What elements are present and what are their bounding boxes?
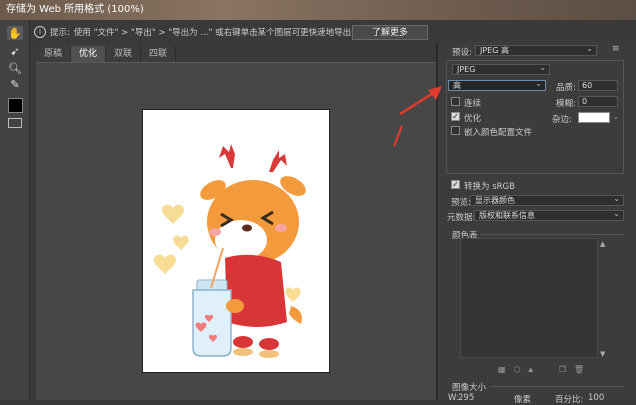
- matte-label: 杂边:: [552, 115, 572, 125]
- optimized-label: 优化: [464, 114, 482, 124]
- panel-menu-icon[interactable]: ≡: [612, 44, 620, 54]
- zoom-tool-icon[interactable]: 🔍︎: [7, 61, 23, 75]
- preview-dropdown[interactable]: 显示器颜色: [470, 194, 624, 206]
- format-dropdown[interactable]: JPEG: [452, 63, 550, 75]
- embed-profile-checkbox[interactable]: [451, 126, 460, 135]
- tab-original[interactable]: 原稿: [36, 46, 71, 62]
- percent-label: 百分比:: [555, 395, 584, 405]
- web-shift-icon[interactable]: ⬡: [514, 365, 521, 375]
- color-table-rule: [480, 234, 624, 235]
- blur-input[interactable]: 0: [578, 96, 618, 107]
- toggle-slices-icon[interactable]: [8, 118, 22, 128]
- window-title: 存储为 Web 所用格式 (100%): [6, 4, 144, 15]
- percent-value[interactable]: 100: [588, 393, 604, 403]
- map-color-icon[interactable]: ▦: [498, 365, 506, 375]
- window-titlebar: 存储为 Web 所用格式 (100%): [0, 0, 636, 20]
- quality-input[interactable]: 60: [578, 80, 618, 91]
- width-unit: 像素: [514, 395, 532, 405]
- delete-color-icon[interactable]: 🗑︎: [574, 365, 584, 375]
- lock-color-icon[interactable]: 🔒︎: [529, 365, 533, 375]
- hint-text: 使用 "文件" > "导出" > "导出为 ..." 或右键单击某个图层可更快速…: [73, 28, 369, 38]
- preview-label: 预览:: [451, 198, 471, 208]
- tab-4up[interactable]: 四联: [141, 46, 176, 62]
- hand-tool-icon[interactable]: ✋: [7, 26, 23, 40]
- deer-mascot-illustration: [154, 144, 306, 358]
- preview-canvas[interactable]: [36, 62, 436, 400]
- tab-2up[interactable]: 双联: [106, 46, 141, 62]
- metadata-label: 元数据:: [447, 213, 476, 223]
- color-table-toolbar: ▦ ⬡ 🔒︎ ❐ 🗑︎: [498, 365, 584, 375]
- hint-prefix: 提示:: [50, 28, 70, 38]
- metadata-dropdown[interactable]: 版权和联系信息: [474, 209, 624, 221]
- tab-optimized[interactable]: 优化: [71, 46, 106, 62]
- embed-profile-label: 嵌入颜色配置文件: [464, 128, 533, 138]
- image-preview[interactable]: [142, 109, 330, 373]
- quality-label: 品质:: [556, 83, 576, 93]
- convert-srgb-checkbox[interactable]: ✓: [451, 180, 460, 189]
- blur-label: 模糊:: [556, 99, 576, 109]
- matte-dropdown-icon[interactable]: ⌄: [613, 113, 619, 121]
- preset-label: 预设:: [452, 48, 472, 58]
- eyedropper-tool-icon[interactable]: ✎: [7, 77, 23, 91]
- view-tabs: 原稿 优化 双联 四联: [36, 46, 176, 62]
- image-size-rule: [490, 386, 624, 387]
- optimized-checkbox[interactable]: ✓: [451, 112, 460, 121]
- color-table-scroll-up-icon[interactable]: ▲: [600, 240, 605, 248]
- width-value[interactable]: 295: [458, 393, 474, 403]
- new-color-icon[interactable]: ❐: [559, 365, 566, 375]
- progressive-checkbox[interactable]: [451, 97, 460, 106]
- progressive-label: 连续: [464, 99, 482, 109]
- matte-color-swatch[interactable]: [578, 112, 610, 123]
- preset-dropdown[interactable]: JPEG 高: [475, 44, 597, 56]
- image-size-label: 图像大小: [452, 383, 487, 393]
- quality-preset-dropdown[interactable]: 高: [448, 79, 546, 91]
- color-table-scroll-down-icon[interactable]: ▼: [600, 350, 605, 358]
- annotation-arrow: [393, 86, 442, 147]
- eyedropper-color-swatch[interactable]: [8, 98, 23, 113]
- color-table[interactable]: [460, 238, 598, 358]
- convert-srgb-label: 转换为 sRGB: [464, 182, 515, 192]
- info-icon: i: [34, 26, 46, 38]
- tool-bar: ✋ ➹ 🔍︎ ✎: [0, 20, 30, 400]
- slice-select-tool-icon[interactable]: ➹: [7, 44, 23, 58]
- learn-more-button[interactable]: 了解更多: [352, 25, 428, 40]
